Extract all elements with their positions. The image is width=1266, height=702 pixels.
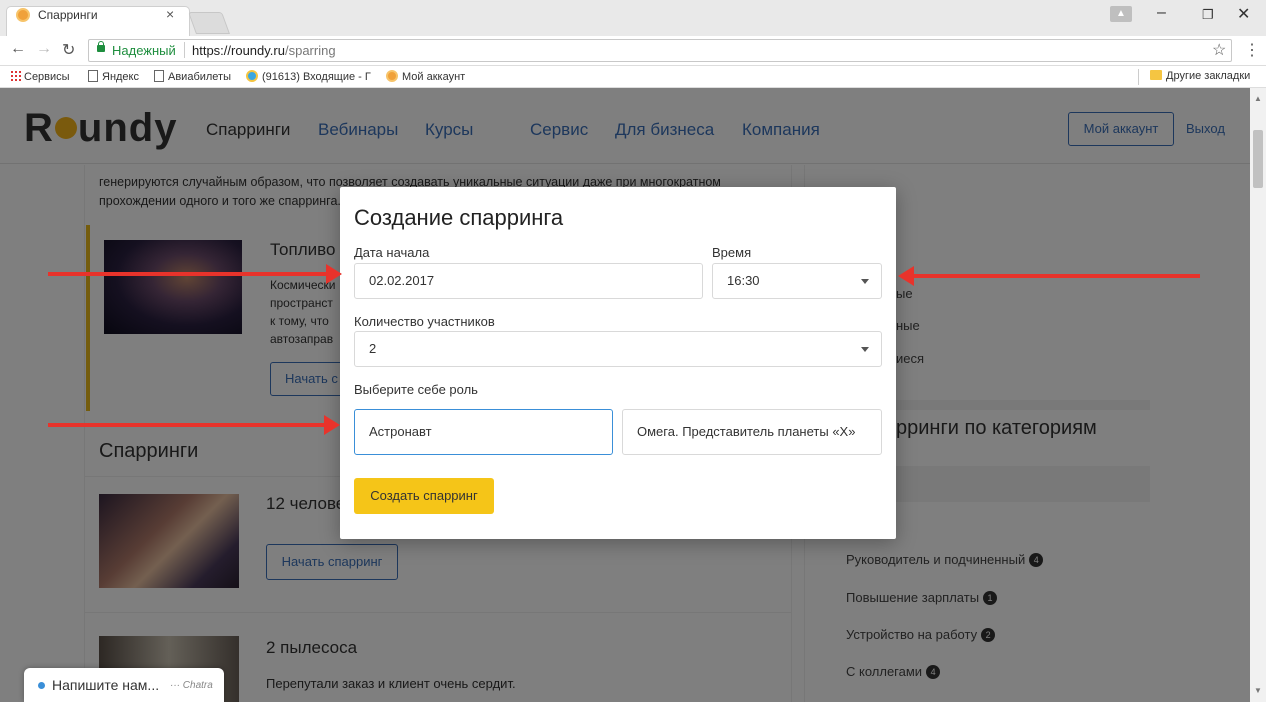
url-text[interactable]: https://roundy.ru/sparring — [192, 43, 336, 58]
role-omega-button[interactable]: Омега. Представитель планеты «Х» — [622, 409, 882, 455]
bookmarks-divider — [1138, 69, 1139, 85]
scroll-down-icon[interactable]: ▼ — [1254, 686, 1262, 695]
role-label: Выберите себе роль — [354, 382, 478, 397]
create-sparring-modal: Создание спарринга Дата начала 02.02.201… — [340, 187, 896, 539]
chevron-down-icon — [861, 347, 869, 352]
url-separator — [184, 42, 185, 58]
chat-prompt[interactable]: Напишите нам... — [52, 677, 159, 693]
annotation-arrow-role — [48, 415, 340, 435]
modal-title: Создание спарринга — [354, 205, 564, 230]
bookmark-label: Сервисы — [24, 71, 70, 83]
url-path: /sparring — [284, 43, 336, 58]
annotation-arrow-date — [48, 264, 342, 284]
bookmark-label: Другие закладки — [1166, 70, 1251, 82]
bookmark-inbox[interactable]: (91613) Входящие - Г — [246, 70, 371, 83]
chat-status-icon — [38, 682, 45, 689]
bookmark-label: Авиабилеты — [168, 71, 232, 83]
lock-icon — [97, 41, 105, 52]
page-icon — [154, 70, 164, 82]
participants-select[interactable]: 2 — [354, 331, 882, 367]
bookmark-yandex[interactable]: Яндекс — [88, 70, 139, 83]
bookmark-services[interactable]: Сервисы — [10, 70, 70, 83]
time-label: Время — [712, 245, 752, 260]
bookmark-label: Яндекс — [102, 71, 139, 83]
start-date-input[interactable]: 02.02.2017 — [354, 263, 703, 299]
scroll-up-icon[interactable]: ▲ — [1254, 94, 1262, 103]
back-icon[interactable]: ← — [10, 40, 26, 58]
mail-icon — [246, 70, 258, 82]
create-sparring-button[interactable]: Создать спарринг — [354, 478, 494, 514]
scrollbar-thumb[interactable] — [1253, 130, 1263, 188]
bookmark-aviatickets[interactable]: Авиабилеты — [154, 70, 231, 83]
date-label: Дата начала — [354, 245, 430, 260]
page-icon — [88, 70, 98, 82]
bookmark-label: Мой аккаунт — [402, 71, 466, 83]
time-select[interactable]: 16:30 — [712, 263, 882, 299]
bookmark-my-account[interactable]: Мой аккаунт — [386, 70, 465, 83]
tab-favicon-icon — [16, 8, 30, 22]
forward-icon[interactable]: → — [36, 40, 52, 58]
chevron-down-icon — [861, 279, 869, 284]
url-host: https://roundy.ru — [192, 43, 285, 58]
chat-brand-text: Chatra — [182, 680, 213, 691]
minimize-icon[interactable]: – — [1157, 4, 1166, 22]
profile-icon[interactable]: ▲ — [1110, 6, 1132, 22]
apps-icon — [10, 70, 21, 81]
role-astronaut-button[interactable]: Астронавт — [354, 409, 613, 455]
reload-icon[interactable]: ↻ — [62, 40, 75, 60]
folder-icon — [1150, 70, 1162, 80]
secure-label: Надежный — [112, 43, 176, 58]
tab-title: Спарринги — [38, 8, 98, 22]
bookmark-star-icon[interactable]: ☆ — [1212, 40, 1226, 60]
roundy-icon — [386, 70, 398, 82]
participants-label: Количество участников — [354, 314, 495, 329]
bookmark-label: (91613) Входящие - Г — [262, 71, 371, 83]
close-window-icon[interactable]: ✕ — [1237, 4, 1250, 24]
time-value: 16:30 — [727, 273, 760, 288]
tab-close-icon[interactable]: × — [166, 6, 174, 22]
bookmark-other[interactable]: Другие закладки — [1150, 70, 1250, 82]
annotation-arrow-time — [898, 266, 1200, 286]
chat-brand: ··· Chatra — [170, 680, 213, 691]
browser-tab[interactable] — [6, 6, 190, 36]
browser-menu-icon[interactable]: ⋮ — [1244, 40, 1260, 60]
restore-icon[interactable]: ❐ — [1202, 7, 1214, 23]
participants-value: 2 — [369, 341, 377, 356]
